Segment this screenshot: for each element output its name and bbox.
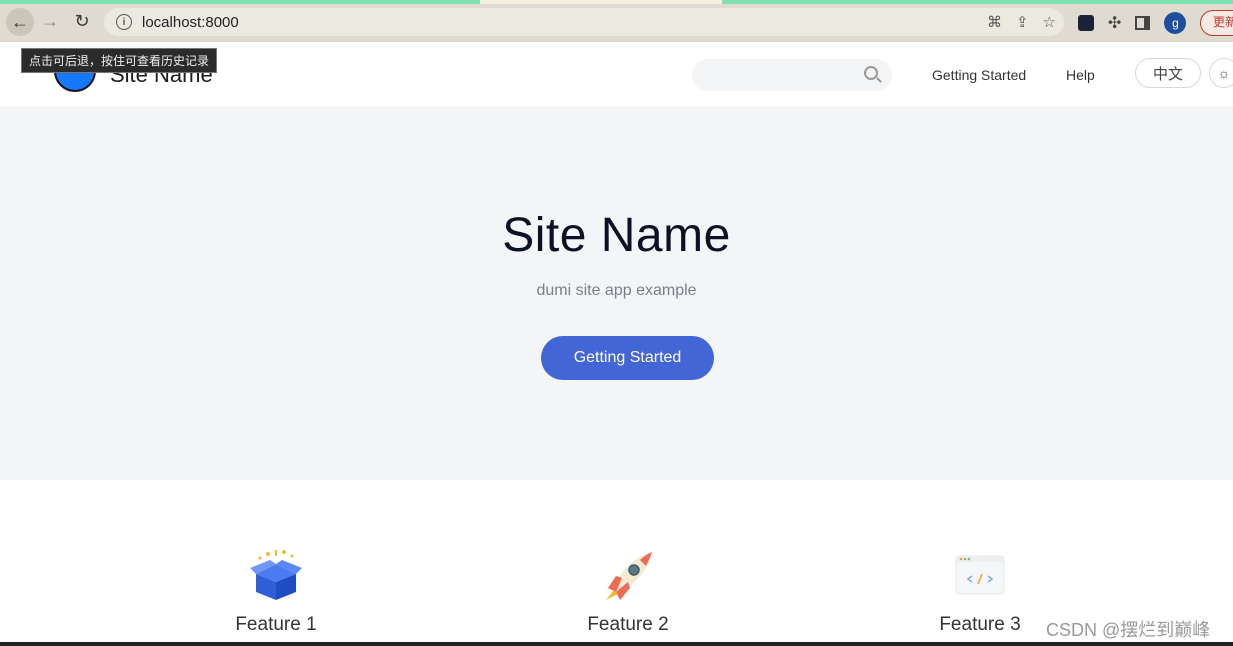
watermark: CSDN @摆烂到巅峰 (1046, 620, 1211, 640)
bottom-border (0, 642, 1233, 646)
getting-started-button[interactable]: Getting Started (541, 336, 714, 380)
gift-box-icon (248, 548, 304, 604)
feature-title: Feature 2 (587, 614, 669, 635)
nav-getting-started[interactable]: Getting Started (932, 67, 1026, 83)
translate-icon[interactable]: ⌘ (987, 13, 1002, 31)
reload-button[interactable]: ↻ (70, 9, 94, 33)
back-tooltip: 点击可后退，按住可查看历史记录 (21, 48, 218, 73)
forward-button[interactable]: → (38, 9, 62, 33)
browser-toolbar: ← → ↻ i localhost:8000 ⌘ ⇪ ☆ ✣ g 更新 (0, 0, 1233, 42)
update-button[interactable]: 更新 (1200, 10, 1233, 36)
arrow-left-icon: ← (11, 11, 29, 32)
puzzle-icon[interactable]: ✣ (1108, 13, 1121, 33)
feature-item: Feature 3 (900, 548, 1060, 636)
language-switch-button[interactable]: 中文 (1135, 58, 1201, 88)
sun-icon: ☼ (1217, 65, 1231, 81)
star-icon[interactable]: ☆ (1043, 13, 1056, 31)
address-bar[interactable]: i localhost:8000 ⌘ ⇪ ☆ (104, 8, 1064, 36)
side-panel-icon[interactable] (1135, 16, 1151, 30)
profile-avatar[interactable]: g (1164, 12, 1187, 34)
arrow-right-icon: → (41, 10, 59, 31)
hero-section: Site Name dumi site app example Getting … (0, 106, 1233, 480)
url-text[interactable]: localhost:8000 (142, 14, 239, 31)
reload-icon: ↻ (74, 10, 90, 31)
search-box[interactable] (692, 59, 892, 91)
hero-title: Site Name (502, 209, 731, 262)
rocket-icon (600, 548, 656, 604)
theme-toggle-button[interactable]: ☼ (1209, 58, 1233, 88)
back-button[interactable]: ← (6, 8, 34, 36)
hero-description: dumi site app example (536, 282, 697, 299)
tab-strip (0, 0, 1233, 4)
search-icon[interactable] (864, 66, 878, 80)
info-icon[interactable]: i (116, 14, 132, 30)
feature-title: Feature 1 (235, 614, 317, 635)
share-icon[interactable]: ⇪ (1016, 13, 1029, 31)
feature-item: Feature 1 (196, 548, 356, 636)
search-input[interactable] (692, 59, 852, 91)
nav-help[interactable]: Help (1066, 67, 1095, 83)
code-window-icon (952, 548, 1008, 604)
feature-item: Feature 2 (548, 548, 708, 636)
extension-icon[interactable] (1078, 15, 1094, 31)
feature-title: Feature 3 (939, 614, 1021, 635)
